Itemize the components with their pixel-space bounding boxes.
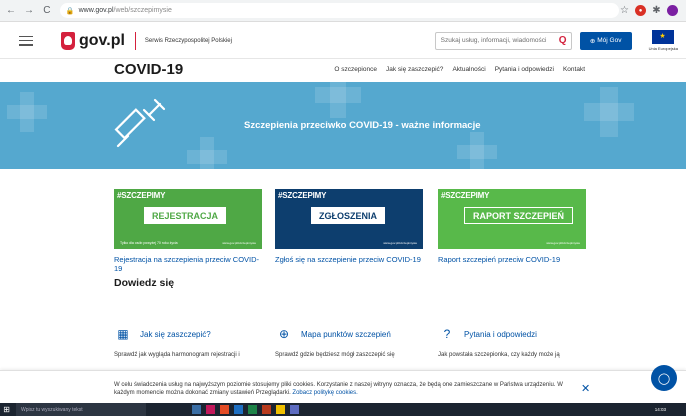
cookie-text: W celu świadczenia usług na najwyższym p… [114, 381, 574, 397]
eu-label: Unia Europejska [648, 46, 678, 51]
taskbar-search-input[interactable]: Wpisz tu wyszukiwany tekst [16, 403, 146, 416]
card-hashtag: #SZCZEPIMY [117, 191, 166, 200]
card-button-label: REJESTRACJA [144, 207, 227, 224]
hero-banner: Szczepienia przeciwko COVID-19 - ważne i… [0, 82, 686, 169]
info-item-jak-sie-zaszczepic[interactable]: ▦ Jak się zaszczepić? [114, 326, 211, 342]
chat-icon[interactable]: ◯ [651, 365, 677, 391]
reload-button[interactable]: C [40, 4, 54, 18]
faq-icon: ? [443, 327, 451, 341]
taskbar-search-placeholder: Wpisz tu wyszukiwany tekst [21, 406, 83, 413]
card-link[interactable]: Zgłoś się na szczepienie przeciw COVID-1… [275, 255, 423, 264]
nav-kontakt[interactable]: Kontakt [563, 66, 585, 73]
info-item-label[interactable]: Jak się zaszczepić? [140, 330, 211, 339]
card-zgloszenia[interactable]: #SZCZEPIMY ZGŁOSZENIA www.gov.pl/szczepi… [275, 189, 423, 264]
cookie-policy-link[interactable]: Zobacz politykę cookies. [292, 390, 357, 396]
card-image[interactable]: #SZCZEPIMY RAPORT SZCZEPIEŃ www.gov.pl/s… [438, 189, 586, 249]
banner-title: Szczepienia przeciwko COVID-19 - ważne i… [244, 120, 481, 131]
nav-jak-sie-zaszczepic[interactable]: Jak się zaszczepić? [386, 66, 443, 73]
excel-icon[interactable] [248, 405, 257, 414]
eu-logo: Unia Europejska [649, 30, 678, 51]
site-header: gov.pl Serwis Rzeczypospolitej Polskiej … [0, 23, 686, 59]
app-icon[interactable] [206, 405, 215, 414]
bookmark-star-icon[interactable]: ☆ [619, 5, 630, 16]
service-name: Serwis Rzeczypospolitej Polskiej [144, 37, 232, 44]
card-image[interactable]: #SZCZEPIMY REJESTRACJA Tylko dla osób po… [114, 189, 262, 249]
gov-logo[interactable]: gov.pl [61, 31, 125, 50]
card-url: www.gov.pl/szczepimysie [546, 241, 580, 245]
calendar-icon: ▦ [117, 327, 129, 341]
taskbar-apps [192, 405, 299, 414]
close-icon[interactable]: ✕ [581, 382, 590, 395]
card-button-label: RAPORT SZCZEPIEŃ [464, 207, 574, 224]
lock-icon: 🔒 [65, 7, 75, 15]
card-image[interactable]: #SZCZEPIMY ZGŁOSZENIA www.gov.pl/szczepi… [275, 189, 423, 249]
info-item-description: Sprawdź jak wygląda harmonogram rejestra… [114, 352, 240, 358]
page-subheader: COVID-19 O szczepionce Jak się zaszczepi… [0, 59, 686, 80]
section-nav: O szczepionce Jak się zaszczepić? Aktual… [334, 66, 585, 73]
taskbar-clock[interactable]: 14:03 [655, 407, 666, 412]
logo-text: gov.pl [79, 31, 125, 49]
os-taskbar: ⊞ Wpisz tu wyszukiwany tekst 14:03 [0, 403, 686, 416]
syringe-icon [114, 98, 166, 148]
moj-gov-label: Mój Gov [597, 37, 622, 44]
forward-button[interactable]: → [22, 4, 36, 18]
header-divider [134, 31, 136, 50]
eagle-emblem-icon [61, 31, 75, 50]
info-item-description: Sprawdź gdzie będziesz mógł zaszczepić s… [275, 352, 395, 358]
powerpoint-icon[interactable] [262, 405, 271, 414]
info-item-mapa[interactable]: ⊕ Mapa punktów szczepień [275, 326, 391, 342]
card-note: Tylko dla osób powyżej 70 roku życia [120, 241, 178, 245]
app-icon[interactable] [290, 405, 299, 414]
info-item-label[interactable]: Pytania i odpowiedzi [464, 330, 537, 339]
search-placeholder: Szukaj usług, informacji, wiadomości [440, 37, 547, 44]
info-item-description: Jak powstała szczepionka, czy każdy może… [438, 352, 560, 358]
section-title: Dowiedz się [114, 277, 175, 289]
extension-icon[interactable]: ● [635, 5, 646, 16]
nav-pytania[interactable]: Pytania i odpowiedzi [495, 66, 554, 73]
nav-o-szczepionce[interactable]: O szczepionce [334, 66, 377, 73]
nav-aktualnosci[interactable]: Aktualności [452, 66, 485, 73]
card-hashtag: #SZCZEPIMY [278, 191, 327, 200]
address-bar[interactable]: 🔒 www.gov.pl/web/szczepimysie [59, 3, 619, 18]
back-button[interactable]: ← [4, 4, 18, 18]
moj-gov-button[interactable]: ⊕ Mój Gov [579, 31, 632, 50]
card-url: www.gov.pl/szczepimysie [383, 241, 417, 245]
folder-icon[interactable] [276, 405, 285, 414]
chrome-icon[interactable] [220, 405, 229, 414]
user-icon: ⊕ [589, 37, 596, 45]
search-input[interactable]: Szukaj usług, informacji, wiadomości Q [434, 31, 572, 50]
windows-start-icon[interactable]: ⊞ [0, 403, 13, 416]
card-raport[interactable]: #SZCZEPIMY RAPORT SZCZEPIEŃ www.gov.pl/s… [438, 189, 586, 264]
card-url: www.gov.pl/szczepimysie [222, 241, 256, 245]
task-view-icon[interactable] [192, 405, 201, 414]
url-host: www.gov.pl [78, 7, 114, 14]
search-icon[interactable]: Q [555, 35, 571, 46]
card-hashtag: #SZCZEPIMY [441, 191, 490, 200]
browser-toolbar: ← → C 🔒 www.gov.pl/web/szczepimysie ☆ ● … [0, 0, 686, 22]
info-item-label[interactable]: Mapa punktów szczepień [301, 330, 391, 339]
map-pin-icon: ⊕ [278, 327, 290, 341]
card-button-label: ZGŁOSZENIA [311, 207, 385, 224]
page-title: COVID-19 [114, 61, 184, 78]
info-item-pytania[interactable]: ? Pytania i odpowiedzi [438, 326, 537, 342]
card-link[interactable]: Rejestracja na szczepienia przeciw COVID… [114, 255, 262, 273]
card-rejestracja[interactable]: #SZCZEPIMY REJESTRACJA Tylko dla osób po… [114, 189, 262, 273]
menu-icon[interactable] [19, 35, 33, 46]
url-path: /web/szczepimysie [113, 7, 172, 14]
profile-avatar-icon[interactable] [667, 5, 678, 16]
eu-flag-icon [652, 30, 675, 44]
cookie-banner: W celu świadczenia usług na najwyższym p… [0, 365, 686, 403]
word-icon[interactable] [234, 405, 243, 414]
puzzle-icon[interactable]: ✱ [651, 5, 662, 16]
card-link[interactable]: Raport szczepień przeciw COVID-19 [438, 255, 586, 264]
